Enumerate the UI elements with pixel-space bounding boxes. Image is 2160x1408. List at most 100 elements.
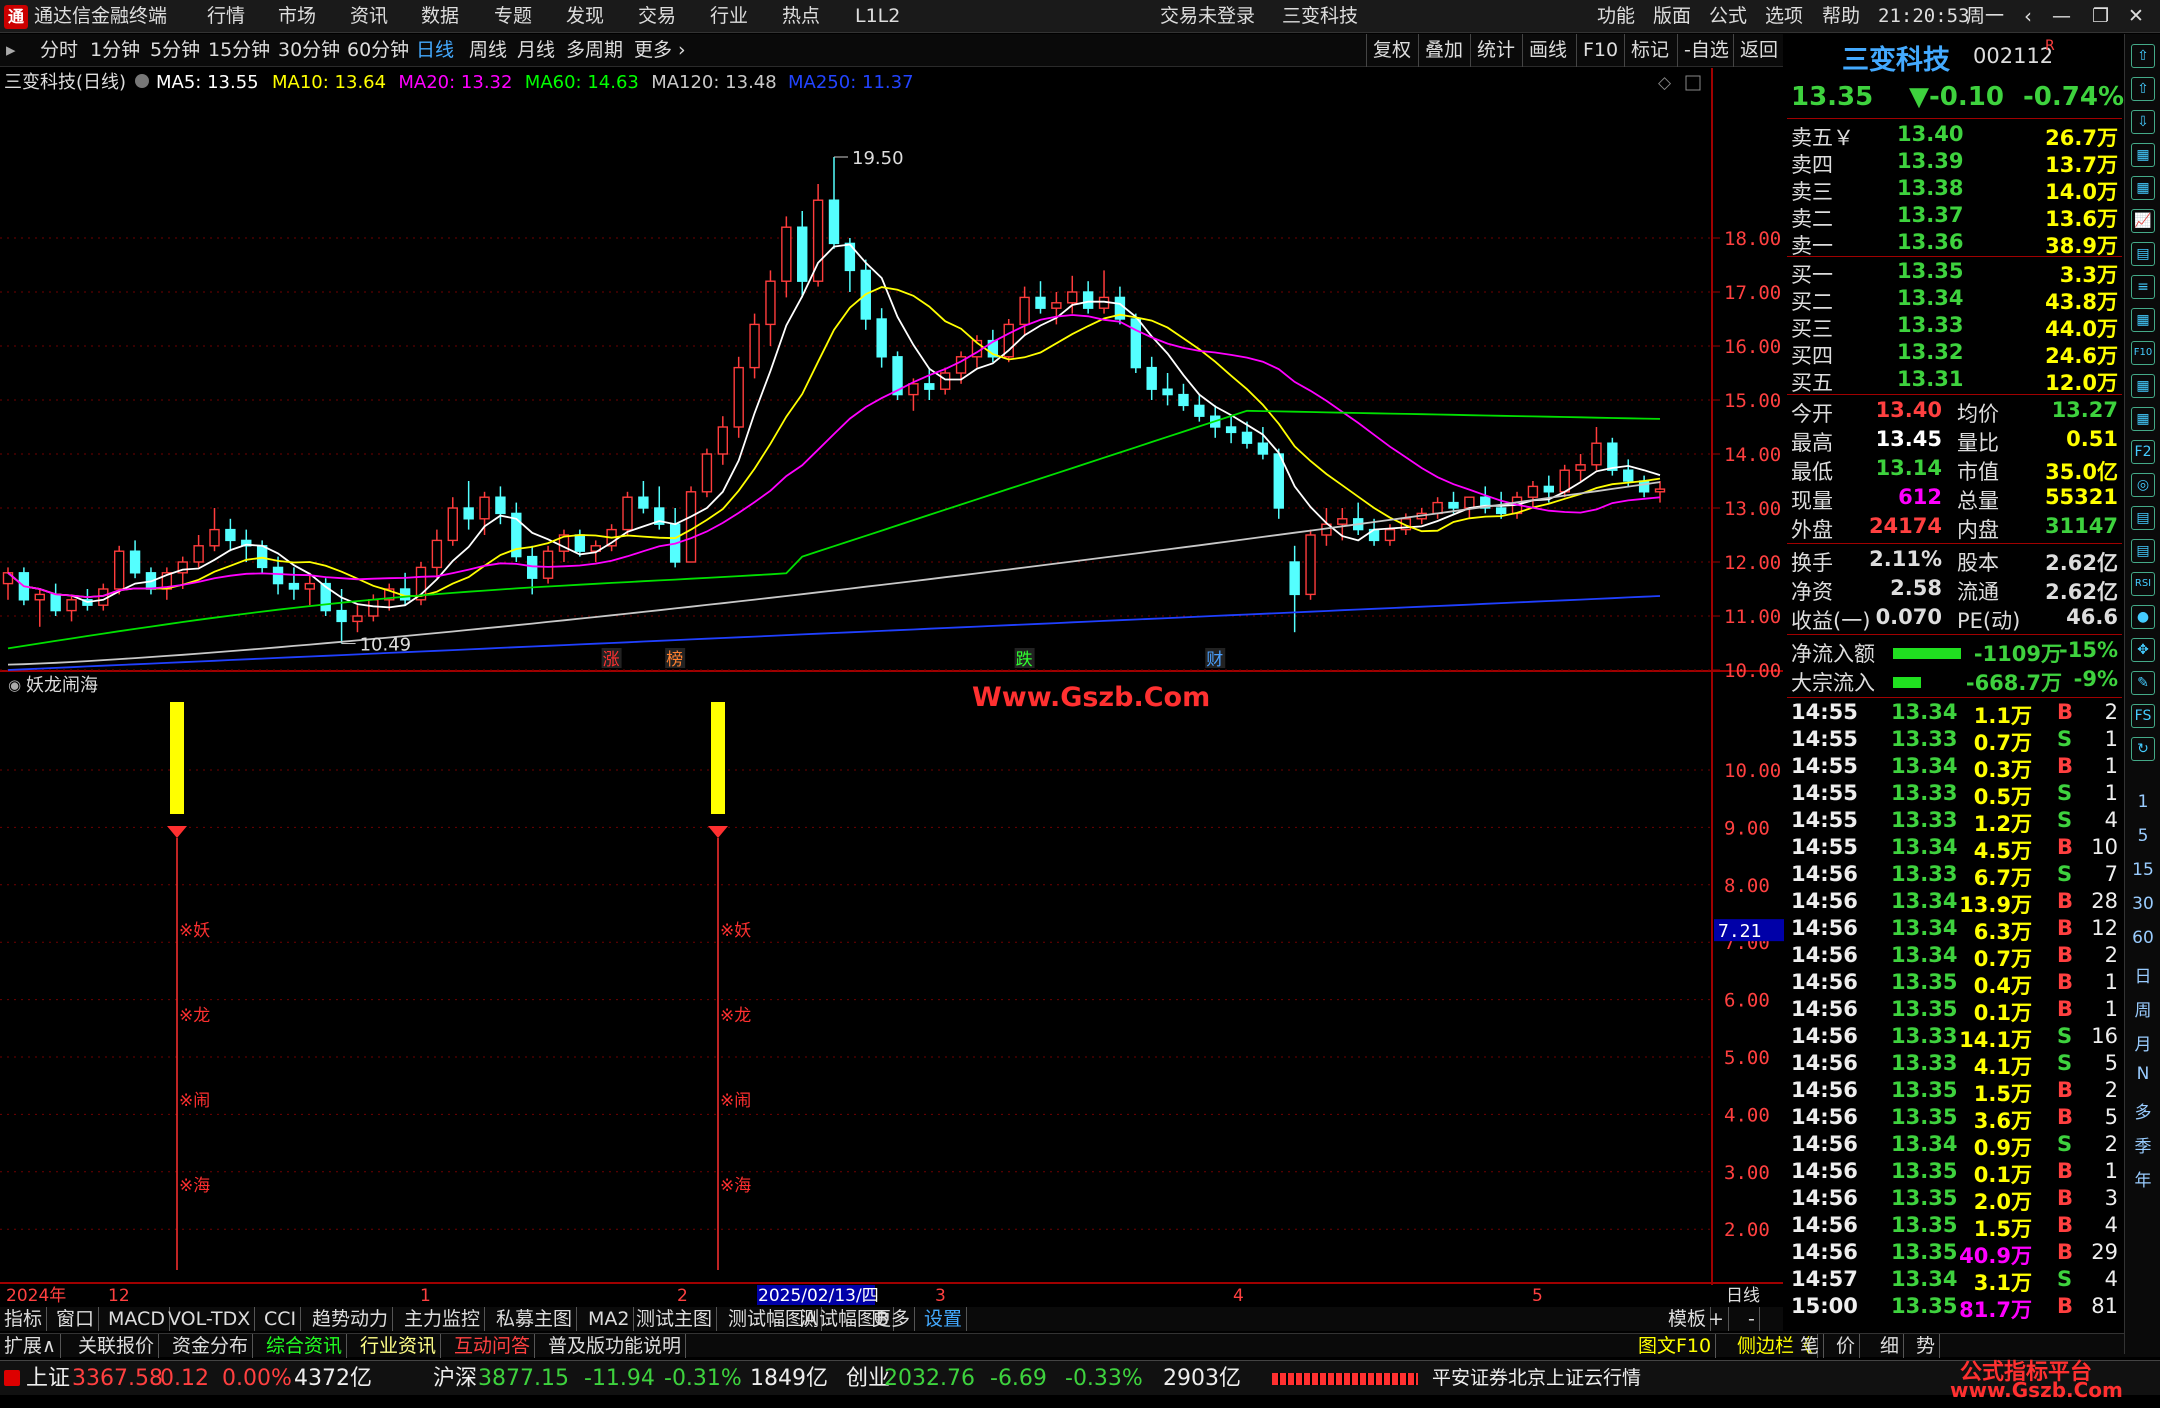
grid-icon[interactable]: ▦ [2131,143,2155,167]
minimize-icon[interactable]: — [2052,0,2071,33]
chart-icon[interactable]: ▤ [2131,539,2155,563]
menu-trade[interactable]: 交易 [638,0,676,33]
menu-industry[interactable]: 行业 [710,0,748,33]
grid-icon[interactable]: ▦ [2131,308,2155,332]
menu-l1l2[interactable]: L1L2 [855,0,900,33]
period-30min[interactable]: 30分钟 [278,34,340,67]
extension-tab[interactable]: 行业资讯 [360,1334,442,1358]
menu-discover[interactable]: 发现 [566,0,604,33]
period-60min[interactable]: 60分钟 [347,34,409,67]
extension-tab[interactable]: 综合资讯 [266,1334,348,1358]
extension-tab[interactable]: 资金分布 [172,1334,254,1358]
period-more[interactable]: 更多 › [634,34,686,67]
F10-icon[interactable]: F10 [2131,341,2155,365]
period-multi[interactable]: 多周期 [566,34,623,67]
indicator-tab[interactable]: 趋势动力 [312,1307,394,1331]
side-period-月[interactable]: 月 [2125,1030,2160,1055]
menu-layout[interactable]: 版面 [1653,0,1691,33]
indicator-tab[interactable]: 窗口 [56,1307,100,1331]
side-period-30[interactable]: 30 [2125,894,2160,914]
indicator-tab[interactable]: 模板 [1668,1307,1712,1331]
menu-help[interactable]: 帮助 [1822,0,1860,33]
menu-data[interactable]: 数据 [421,0,459,33]
arrow-up-icon[interactable]: ⇧ [2131,77,2155,101]
menu-market[interactable]: 市场 [278,0,316,33]
side-period-周[interactable]: 周 [2125,996,2160,1021]
grid-icon[interactable]: ▦ [2131,176,2155,200]
event-label[interactable]: 财 [1206,650,1223,670]
period-15min[interactable]: 15分钟 [208,34,270,67]
F2-icon[interactable]: F2 [2131,440,2155,464]
chart-area[interactable]: 18.00 17.00 16.00 15.00 14.00 13.00 12.00 11.00… [0,68,1784,1306]
extension-tab[interactable]: 关联报价 [78,1334,160,1358]
period-1min[interactable]: 1分钟 [90,34,140,67]
side-period-日[interactable]: 日 [2125,962,2160,987]
extension-tab[interactable]: 互动问答 [454,1334,536,1358]
event-label[interactable]: 涨 [603,650,620,670]
indicator-tab[interactable]: 更多 [872,1307,916,1331]
tool-remove-watch[interactable]: -自选 [1677,34,1729,67]
indicator-tab[interactable]: VOL-TDX [168,1307,256,1331]
grid-icon[interactable]: ▦ [2131,407,2155,431]
menu-news[interactable]: 资讯 [350,0,388,33]
indicator-tab[interactable]: - [1748,1307,1760,1331]
side-period-60[interactable]: 60 [2125,928,2160,948]
FS-icon[interactable]: FS [2131,704,2155,728]
side-period-15[interactable]: 15 [2125,860,2160,880]
dot-icon[interactable]: ● [2131,605,2155,629]
indicator-tab[interactable]: 主力监控 [404,1307,486,1331]
grid-icon[interactable]: ▦ [2131,374,2155,398]
period-monthly[interactable]: 月线 [517,34,555,67]
indicator-tab[interactable]: MACD [108,1307,170,1331]
menu-topics[interactable]: 专题 [494,0,532,33]
tool-stats[interactable]: 统计 [1470,34,1515,67]
menu-options[interactable]: 选项 [1765,0,1803,33]
collapse-icon[interactable]: ▸ [6,34,16,67]
RSI-icon[interactable]: RSI [2131,572,2155,596]
tool-f10[interactable]: F10 [1576,34,1618,67]
trade-login-status[interactable]: 交易未登录 [1160,0,1255,33]
indicator-options-icon[interactable]: ◉ [8,676,21,694]
chart-collapse-icon[interactable]: ◇ [1658,73,1672,93]
indicator-tab[interactable]: + [1708,1307,1729,1331]
side-period-1[interactable]: 1 [2125,792,2160,812]
tool-draw[interactable]: 画线 [1522,34,1567,67]
event-label[interactable]: 榜 [666,650,683,670]
indicator-tab[interactable]: MA2 [588,1307,635,1331]
tool-overlay[interactable]: 叠加 [1418,34,1463,67]
restore-icon[interactable]: ❐ [2092,0,2109,33]
menu-quotes[interactable]: 行情 [207,0,245,33]
side-period-5[interactable]: 5 [2125,826,2160,846]
side-period-年[interactable]: 年 [2125,1166,2160,1191]
arrow-down-icon[interactable]: ⇩ [2131,110,2155,134]
index-name[interactable]: 上证 [26,1361,70,1396]
menu-hot[interactable]: 热点 [782,0,820,33]
ring-icon[interactable]: ◎ [2131,473,2155,497]
extension-tab[interactable]: 扩展∧ [4,1334,61,1358]
index-name[interactable]: 沪深 [433,1361,477,1396]
side-period-N[interactable]: N [2125,1064,2160,1084]
list-icon[interactable]: ≡ [2131,275,2155,299]
tool-mark[interactable]: 标记 [1624,34,1669,67]
side-period-多[interactable]: 多 [2125,1098,2160,1123]
pen-icon[interactable]: ✎ [2131,671,2155,695]
kline-chart-svg[interactable]: 18.0017.0016.0015.0014.0013.0012.0011.00… [0,68,1784,1308]
chart-icon[interactable]: ▤ [2131,242,2155,266]
extension-tab[interactable]: 普及版功能说明 [548,1334,687,1358]
indicator-tab[interactable]: 测试主图 [636,1307,718,1331]
event-label[interactable]: 跌 [1016,650,1033,670]
chart-options-icon[interactable] [135,74,149,88]
indicator-tab[interactable]: 指标 [4,1307,48,1331]
indicator-tab[interactable]: CCI [264,1307,302,1331]
period-daily[interactable]: 日线 [416,34,454,67]
cycle-icon[interactable]: ↻ [2131,737,2155,761]
move-icon[interactable]: ✥ [2131,638,2155,662]
arrow-up-icon[interactable]: ⇧ [2131,44,2155,68]
period-weekly[interactable]: 周线 [469,34,507,67]
back-icon[interactable]: ‹ [2024,0,2032,33]
close-icon[interactable]: ✕ [2128,0,2144,33]
side-period-季[interactable]: 季 [2125,1132,2160,1157]
indicator-tab[interactable]: 私募主图 [496,1307,578,1331]
menu-function[interactable]: 功能 [1597,0,1635,33]
menu-formula[interactable]: 公式 [1709,0,1747,33]
